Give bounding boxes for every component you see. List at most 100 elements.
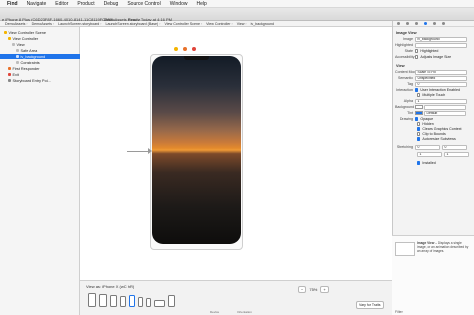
stretch-height-field[interactable]: 1 bbox=[444, 152, 469, 157]
accessibility-label: Accessibility bbox=[395, 55, 415, 59]
orientation-landscape-icon[interactable] bbox=[154, 300, 165, 307]
view-controller-dock-icon[interactable] bbox=[174, 47, 178, 51]
state-row: State Highlighted bbox=[395, 49, 439, 53]
device-ipad-icon[interactable] bbox=[99, 294, 107, 307]
opaque-label: Opaque bbox=[420, 117, 434, 121]
vary-for-traits-button[interactable]: Vary for Traits bbox=[356, 301, 384, 309]
menu-window[interactable]: Window bbox=[170, 1, 188, 7]
user-interaction-checkbox[interactable] bbox=[415, 88, 419, 92]
stretch-width-field[interactable]: 1 bbox=[417, 152, 442, 157]
background-select[interactable] bbox=[424, 105, 466, 110]
state-label: State bbox=[404, 49, 413, 53]
safe-area-icon bbox=[16, 49, 19, 52]
multiple-touch-checkbox[interactable] bbox=[417, 93, 421, 97]
image-row: Image iv_background bbox=[395, 37, 467, 42]
breadcrumb-item[interactable]: LaunchScreen.storyboard bbox=[58, 22, 101, 26]
alpha-field[interactable]: 1 bbox=[415, 99, 467, 104]
orientation-label: Orientation bbox=[237, 310, 252, 314]
background-image-view[interactable] bbox=[152, 56, 241, 244]
highlighted-checkbox[interactable] bbox=[415, 49, 419, 53]
device-iphone-4s-icon[interactable] bbox=[146, 298, 151, 307]
menu-find[interactable]: Find bbox=[7, 1, 18, 7]
tint-label: Tint bbox=[407, 111, 413, 116]
library-filter-input[interactable]: Filter bbox=[395, 310, 403, 314]
zoom-in-button[interactable]: + bbox=[320, 286, 329, 293]
outline-row[interactable]: First Responder bbox=[8, 66, 78, 71]
attributes-inspector-icon[interactable] bbox=[424, 22, 427, 25]
identity-inspector-icon[interactable] bbox=[415, 22, 418, 25]
outline-row[interactable]: Storyboard Entry Poi... bbox=[8, 78, 78, 83]
tag-field[interactable]: 0 bbox=[415, 82, 467, 87]
breadcrumb-item[interactable]: View Controller bbox=[206, 22, 233, 26]
zoom-level: 75% bbox=[309, 287, 318, 292]
menu-debug[interactable]: Debug bbox=[104, 1, 119, 7]
tag-row: Tag 0 bbox=[395, 82, 467, 87]
outline-row[interactable]: View Controller Scene bbox=[4, 30, 78, 35]
image-view-section-header: Image View bbox=[396, 31, 417, 35]
zoom-control: − 75% + bbox=[298, 286, 329, 293]
outline-row-label: First Responder bbox=[12, 66, 40, 71]
orientation-portrait-icon[interactable] bbox=[168, 295, 175, 307]
outline-row[interactable]: View bbox=[12, 42, 78, 47]
menu-help[interactable]: Help bbox=[196, 1, 206, 7]
opaque-checkbox[interactable] bbox=[415, 117, 419, 121]
outline-row[interactable]: Constraints bbox=[16, 60, 78, 65]
highlighted-field[interactable] bbox=[415, 43, 467, 48]
installed-label: Installed bbox=[422, 161, 436, 165]
outline-row-label: Storyboard Entry Poi... bbox=[12, 78, 51, 83]
breadcrumb-item[interactable]: iv_background bbox=[251, 22, 274, 26]
zoom-out-button[interactable]: − bbox=[298, 286, 307, 293]
device-iphone-se-icon[interactable] bbox=[138, 297, 143, 307]
adjusts-image-size-checkbox[interactable] bbox=[415, 55, 419, 59]
clears-graphics-checkbox[interactable] bbox=[417, 127, 421, 131]
device-iphone-plus-icon[interactable] bbox=[110, 295, 117, 307]
menu-navigate[interactable]: Navigate bbox=[27, 1, 47, 7]
stretch-y-field[interactable]: 0 bbox=[442, 145, 467, 150]
view-as-label[interactable]: View as: iPhone X (wC hR) bbox=[86, 284, 134, 289]
installed-checkbox[interactable] bbox=[417, 161, 421, 165]
image-view-library-item[interactable] bbox=[395, 242, 415, 256]
first-responder-dock-icon[interactable] bbox=[183, 47, 187, 51]
autoresize-checkbox[interactable] bbox=[417, 137, 421, 141]
outline-row-selected[interactable]: iv_background bbox=[0, 54, 80, 59]
device-iphone-icon[interactable] bbox=[120, 296, 126, 307]
connections-inspector-icon[interactable] bbox=[442, 22, 445, 25]
interaction-label: Interaction bbox=[396, 88, 413, 92]
view-section-header: View bbox=[396, 64, 405, 68]
size-inspector-icon[interactable] bbox=[433, 22, 436, 25]
hidden-checkbox[interactable] bbox=[417, 122, 421, 126]
device-ipad-pro-icon[interactable] bbox=[88, 293, 96, 307]
file-inspector-icon[interactable] bbox=[397, 22, 400, 25]
device-iphone-x-icon[interactable] bbox=[129, 295, 135, 307]
clip-to-bounds-checkbox[interactable] bbox=[417, 132, 421, 136]
accessibility-row: Accessibility Adjusts Image Size bbox=[395, 55, 451, 59]
background-color-swatch[interactable] bbox=[415, 105, 423, 110]
breadcrumb-item[interactable]: DemoAssets bbox=[5, 22, 28, 26]
installed-row: Installed bbox=[417, 161, 436, 165]
interaction-row: Interaction User Interaction Enabled bbox=[395, 88, 460, 92]
entry-point-arrow-icon[interactable] bbox=[127, 148, 152, 154]
menu-product[interactable]: Product bbox=[77, 1, 94, 7]
highlighted-row: Highlighted bbox=[395, 43, 467, 48]
drawing-row: Drawing Opaque bbox=[395, 117, 433, 121]
outline-row[interactable]: Exit bbox=[8, 72, 78, 77]
outline-row-label: View Controller Scene bbox=[8, 30, 47, 35]
breadcrumb-item[interactable]: View bbox=[237, 22, 247, 26]
exit-dock-icon[interactable] bbox=[192, 47, 196, 51]
outline-row[interactable]: View Controller bbox=[8, 36, 78, 41]
tint-color-swatch[interactable] bbox=[415, 111, 423, 116]
outline-row[interactable]: Safe Area bbox=[16, 48, 78, 53]
tint-select[interactable]: Default bbox=[424, 111, 466, 116]
stretch-x-field[interactable]: 0 bbox=[415, 145, 440, 150]
menu-source-control[interactable]: Source Control bbox=[127, 1, 160, 7]
breadcrumb-item[interactable]: View Controller Scene bbox=[164, 22, 202, 26]
breadcrumb-item[interactable]: DemoAssets bbox=[32, 22, 55, 26]
canvas-bottom-bar: View as: iPhone X (wC hR) Device Orienta… bbox=[80, 280, 392, 315]
alpha-label: Alpha bbox=[403, 99, 413, 104]
menu-editor[interactable]: Editor bbox=[55, 1, 68, 7]
breadcrumb-item[interactable]: LaunchScreen.storyboard (Base) bbox=[106, 22, 161, 26]
quick-help-icon[interactable] bbox=[406, 22, 409, 25]
content-mode-select[interactable]: Scale To Fill bbox=[415, 70, 467, 75]
image-field[interactable]: iv_background bbox=[415, 37, 467, 42]
semantic-select[interactable]: Unspecified bbox=[415, 76, 467, 81]
